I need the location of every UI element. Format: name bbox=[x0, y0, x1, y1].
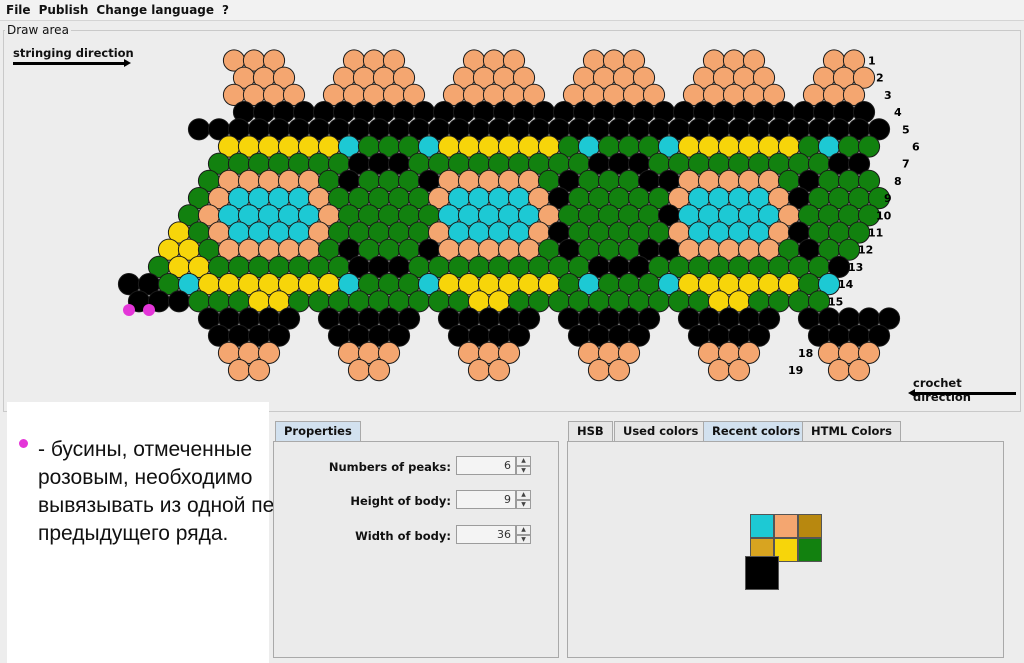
recent-color-swatch[interactable] bbox=[798, 514, 822, 538]
bead[interactable] bbox=[827, 359, 851, 382]
bead[interactable] bbox=[367, 359, 391, 382]
bead-canvas[interactable]: 12345678910111213141516171819 bbox=[4, 31, 1020, 411]
row-number: 5 bbox=[902, 123, 910, 136]
height-spinner[interactable]: 9 ▲ ▼ bbox=[456, 490, 532, 509]
note-panel: - бусины, отмеченные розовым, необходимо… bbox=[7, 402, 307, 663]
bead[interactable] bbox=[227, 359, 251, 382]
peaks-label: Numbers of peaks: bbox=[328, 460, 451, 474]
row-number: 14 bbox=[838, 278, 854, 291]
bead[interactable] bbox=[847, 359, 871, 382]
bead[interactable] bbox=[467, 359, 491, 382]
height-up-arrow-icon[interactable]: ▲ bbox=[516, 490, 531, 500]
row-number: 18 bbox=[798, 347, 813, 360]
row-number: 3 bbox=[884, 89, 892, 102]
stringing-direction-arrow bbox=[13, 59, 131, 67]
tab-used-colors[interactable]: Used colors bbox=[614, 421, 708, 441]
height-down-arrow-icon[interactable]: ▼ bbox=[516, 499, 531, 509]
row-number: 9 bbox=[884, 192, 892, 205]
bead[interactable] bbox=[247, 359, 271, 382]
row-number: 6 bbox=[912, 141, 920, 154]
height-field[interactable]: 9 bbox=[456, 490, 516, 509]
draw-area-panel: 1 2 3 4 5 6 7 8 9 10 11 12 13 14 15 16 17 18 19 stringing … bbox=[3, 30, 1021, 412]
draw-area-title: Draw area bbox=[5, 23, 71, 37]
peaks-spinner[interactable]: 6 ▲ ▼ bbox=[456, 456, 532, 475]
bead[interactable] bbox=[587, 359, 611, 382]
row-number: 1 bbox=[868, 55, 876, 68]
recent-color-swatch[interactable] bbox=[774, 514, 798, 538]
bead[interactable] bbox=[607, 359, 631, 382]
row-number: 17 bbox=[808, 330, 823, 343]
row-number: 13 bbox=[848, 261, 863, 274]
crochet-direction-label: crochet direction bbox=[913, 376, 971, 404]
tab-recent-colors[interactable]: Recent colors bbox=[703, 421, 810, 442]
pink-bead[interactable] bbox=[123, 304, 135, 316]
bead[interactable] bbox=[187, 118, 211, 141]
bead[interactable] bbox=[707, 359, 731, 382]
menu-help[interactable]: ? bbox=[220, 3, 235, 17]
menu-change-language[interactable]: Change language bbox=[94, 3, 220, 17]
crochet-direction-arrow bbox=[908, 389, 1016, 397]
recent-color-swatch[interactable] bbox=[750, 514, 774, 538]
pink-bead[interactable] bbox=[143, 304, 155, 316]
row-number: 11 bbox=[868, 227, 883, 240]
row-number: 8 bbox=[894, 175, 902, 188]
row-number: 10 bbox=[876, 209, 892, 222]
tab-properties[interactable]: Properties bbox=[275, 421, 361, 442]
row-number: 7 bbox=[902, 158, 910, 171]
tab-hsb[interactable]: HSB bbox=[568, 421, 613, 441]
row-number: 12 bbox=[858, 244, 873, 257]
width-up-arrow-icon[interactable]: ▲ bbox=[516, 525, 531, 535]
bead[interactable] bbox=[727, 359, 751, 382]
properties-panel: Numbers of peaks: 6 ▲ ▼ Height of body: … bbox=[273, 441, 559, 658]
pink-bead-marker bbox=[19, 439, 28, 448]
height-label: Height of body: bbox=[350, 494, 451, 508]
bead[interactable] bbox=[487, 359, 511, 382]
row-number: 16 bbox=[818, 313, 834, 326]
row-number: 4 bbox=[894, 106, 902, 119]
row-number: 19 bbox=[788, 364, 803, 377]
row-number: 2 bbox=[876, 72, 884, 85]
tab-html-colors[interactable]: HTML Colors bbox=[802, 421, 901, 441]
peaks-up-arrow-icon[interactable]: ▲ bbox=[516, 456, 531, 466]
color-panel bbox=[567, 441, 1004, 658]
width-down-arrow-icon[interactable]: ▼ bbox=[516, 534, 531, 544]
row-number: 15 bbox=[828, 295, 843, 308]
menu-bar: File Publish Change language ? bbox=[0, 0, 1024, 21]
stringing-direction-label: stringing direction bbox=[13, 46, 134, 60]
peaks-down-arrow-icon[interactable]: ▼ bbox=[516, 465, 531, 475]
width-spinner[interactable]: 36 ▲ ▼ bbox=[456, 525, 532, 544]
current-color-swatch[interactable] bbox=[745, 556, 779, 590]
menu-publish[interactable]: Publish bbox=[37, 3, 95, 17]
bead[interactable] bbox=[347, 359, 371, 382]
bead[interactable] bbox=[167, 290, 191, 313]
menu-file[interactable]: File bbox=[4, 3, 37, 17]
width-field[interactable]: 36 bbox=[456, 525, 516, 544]
recent-color-swatch[interactable] bbox=[798, 538, 822, 562]
peaks-field[interactable]: 6 bbox=[456, 456, 516, 475]
width-label: Width of body: bbox=[355, 529, 451, 543]
